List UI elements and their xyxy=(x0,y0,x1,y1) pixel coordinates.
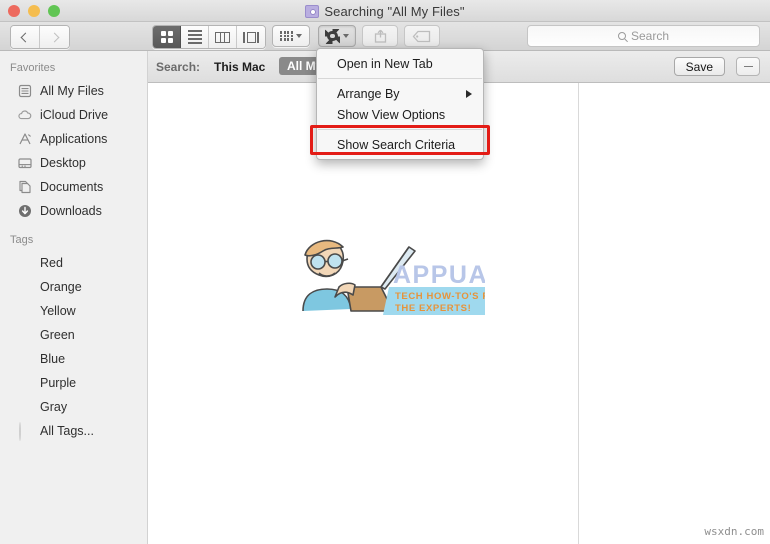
chevron-down-icon xyxy=(296,34,303,38)
sidebar-item-tag-yellow[interactable]: Yellow xyxy=(0,299,147,323)
action-menu-button[interactable] xyxy=(318,25,356,47)
sidebar-item-label: Orange xyxy=(40,280,82,294)
minus-icon xyxy=(743,65,753,68)
tag-dot-icon xyxy=(17,327,33,343)
sidebar-item-label: Applications xyxy=(40,132,108,146)
sidebar-item-desktop[interactable]: Desktop xyxy=(0,151,147,175)
sidebar-item-all-my-files[interactable]: All My Files xyxy=(0,79,147,103)
tag-icon xyxy=(412,30,431,42)
sidebar-item-tag-green[interactable]: Green xyxy=(0,323,147,347)
menu-item-label: Arrange By xyxy=(337,86,400,101)
coverflow-view-button[interactable] xyxy=(237,26,265,48)
sidebar-item-label: iCloud Drive xyxy=(40,108,109,122)
documents-icon xyxy=(17,179,33,195)
remove-criteria-button[interactable] xyxy=(736,57,760,76)
sidebar-item-documents[interactable]: Documents xyxy=(0,175,147,199)
sidebar-item-label: Desktop xyxy=(40,156,86,170)
sidebar-item-all-tags[interactable]: All Tags... xyxy=(0,419,147,443)
sidebar-item-label: Yellow xyxy=(40,304,76,318)
titlebar: Searching "All My Files" xyxy=(0,0,770,22)
sidebar-item-label: Red xyxy=(40,256,63,270)
search-input[interactable]: Search xyxy=(527,25,760,47)
view-mode-buttons xyxy=(152,25,266,49)
sidebar-item-tag-blue[interactable]: Blue xyxy=(0,347,147,371)
finder-window: Searching "All My Files" Search Search: … xyxy=(0,0,770,544)
submenu-arrow-icon xyxy=(466,89,472,98)
appuals-logo-graphic: APPUALS TECH HOW-TO'S FROM THE EXPERTS! xyxy=(302,239,485,315)
sidebar-item-label: Green xyxy=(40,328,75,342)
navigation-buttons xyxy=(10,25,70,49)
action-dropdown-menu: Open in New Tab Arrange By Show View Opt… xyxy=(316,48,484,160)
tag-dot-icon xyxy=(17,279,33,295)
forward-button[interactable] xyxy=(40,26,69,48)
column-view-button[interactable] xyxy=(209,26,237,48)
sidebar-item-tag-orange[interactable]: Orange xyxy=(0,275,147,299)
arrange-grid-icon xyxy=(279,31,294,41)
sidebar-item-tag-purple[interactable]: Purple xyxy=(0,371,147,395)
all-tags-icon xyxy=(17,422,33,441)
share-icon xyxy=(374,29,386,43)
sidebar: Favorites All My Files iCloud Drive Appl… xyxy=(0,51,148,544)
arrange-by-button[interactable] xyxy=(272,25,310,47)
menu-item-arrange-by[interactable]: Arrange By xyxy=(317,83,483,104)
tag-dot-icon xyxy=(17,351,33,367)
downloads-icon xyxy=(17,203,33,219)
sidebar-section-favorites: Favorites xyxy=(10,62,56,74)
icloud-icon xyxy=(17,107,33,123)
all-my-files-icon xyxy=(17,83,33,99)
sidebar-item-label: All My Files xyxy=(40,84,104,98)
sidebar-item-label: Downloads xyxy=(40,204,102,218)
list-icon xyxy=(187,29,202,45)
applications-icon xyxy=(17,131,33,147)
menu-item-show-view-options[interactable]: Show View Options xyxy=(317,104,483,125)
menu-item-show-search-criteria[interactable]: Show Search Criteria xyxy=(317,134,483,155)
sidebar-item-label: All Tags... xyxy=(40,424,94,438)
tag-dot-icon xyxy=(17,399,33,415)
sidebar-item-tag-red[interactable]: Red xyxy=(0,251,147,275)
columns-icon xyxy=(215,31,230,43)
list-view-button[interactable] xyxy=(181,26,209,48)
chevron-left-icon xyxy=(20,32,30,42)
tag-dot-icon xyxy=(17,375,33,391)
scope-this-mac[interactable]: This Mac xyxy=(214,60,265,74)
sidebar-section-tags: Tags xyxy=(10,234,34,246)
coverflow-icon xyxy=(243,31,259,43)
sidebar-item-tag-gray[interactable]: Gray xyxy=(0,395,147,419)
toolbar: Search xyxy=(0,22,770,51)
share-button[interactable] xyxy=(362,25,398,47)
sidebar-item-label: Purple xyxy=(40,376,77,390)
search-scope-label: Search: xyxy=(156,60,201,74)
watermark-tagline-1: TECH HOW-TO'S FROM xyxy=(395,291,485,302)
sidebar-item-downloads[interactable]: Downloads xyxy=(0,199,147,223)
window-title: Searching "All My Files" xyxy=(324,3,465,19)
tag-dot-icon xyxy=(17,303,33,319)
sidebar-item-label: Blue xyxy=(40,352,66,366)
desktop-icon xyxy=(17,155,33,171)
grid-icon xyxy=(160,31,173,43)
column-divider xyxy=(578,83,579,544)
appuals-watermark: APPUALS TECH HOW-TO'S FROM THE EXPERTS! xyxy=(285,225,485,321)
menu-separator xyxy=(318,129,482,130)
watermark-title-text: APPUALS xyxy=(393,261,485,289)
gear-icon xyxy=(325,28,340,44)
menu-separator xyxy=(318,78,482,79)
menu-item-open-in-new-tab[interactable]: Open in New Tab xyxy=(317,53,483,74)
sidebar-item-icloud-drive[interactable]: iCloud Drive xyxy=(0,103,147,127)
chevron-right-icon xyxy=(49,32,60,42)
save-button[interactable]: Save xyxy=(673,57,725,76)
search-folder-icon xyxy=(305,4,320,18)
tag-button[interactable] xyxy=(404,25,440,47)
tag-dot-icon xyxy=(17,255,33,271)
site-watermark: wsxdn.com xyxy=(704,525,764,538)
sidebar-item-applications[interactable]: Applications xyxy=(0,127,147,151)
search-icon xyxy=(617,32,626,40)
search-placeholder: Search xyxy=(630,29,670,43)
back-button[interactable] xyxy=(11,26,40,48)
chevron-down-icon xyxy=(343,34,349,38)
window-title-group: Searching "All My Files" xyxy=(0,0,770,22)
sidebar-item-label: Gray xyxy=(40,400,68,414)
watermark-tagline-2: THE EXPERTS! xyxy=(395,303,471,314)
sidebar-item-label: Documents xyxy=(40,180,104,194)
icon-view-button[interactable] xyxy=(153,26,181,48)
